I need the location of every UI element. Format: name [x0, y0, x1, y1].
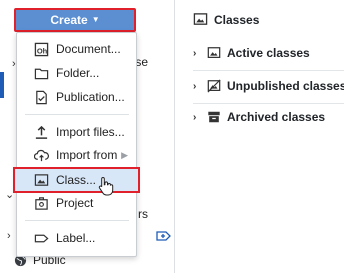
create-button[interactable]: Create ▼ — [14, 8, 136, 32]
hand-cursor-icon — [98, 176, 114, 196]
partial-label: rs — [138, 207, 148, 221]
menu-item-label: Project — [56, 196, 94, 210]
folder-icon — [33, 65, 49, 81]
row-divider — [193, 103, 344, 104]
menu-item-import-from[interactable]: Import from ▶ — [17, 144, 136, 166]
classes-panel: Classes › Active classes › Unpublished c… — [175, 0, 344, 273]
unpublished-classes-row[interactable]: › Unpublished classes — [193, 79, 344, 93]
menu-item-label: Publication... — [56, 90, 125, 104]
classes-header: Classes — [193, 12, 259, 27]
menu-item-publication[interactable]: Publication... — [17, 86, 136, 108]
collapse-chevron-icon[interactable]: ⌄ — [5, 188, 14, 201]
create-button-label: Create — [50, 13, 88, 27]
unpublished-class-icon — [207, 79, 221, 93]
submenu-arrow-icon: ▶ — [121, 149, 128, 160]
expand-chevron-icon[interactable]: › — [7, 230, 11, 242]
row-label: Archived classes — [227, 110, 326, 124]
label-icon — [33, 230, 49, 246]
menu-item-label: Import files... — [56, 125, 125, 139]
archive-icon — [208, 111, 220, 123]
class-icon — [193, 13, 208, 25]
menu-item-label: Import from — [56, 148, 118, 162]
menu-separator — [25, 220, 129, 221]
menu-item-document[interactable]: Oh Document... — [17, 38, 136, 60]
menu-separator — [25, 114, 129, 115]
menu-item-label: Label... — [56, 231, 96, 245]
chevron-right-icon: › — [193, 111, 197, 123]
row-label: Active classes — [227, 46, 310, 60]
upload-icon — [33, 124, 49, 140]
page-title: Classes — [214, 12, 260, 27]
class-icon — [33, 172, 49, 188]
cloud-upload-icon — [33, 147, 49, 163]
active-classes-row[interactable]: › Active classes — [193, 46, 310, 60]
row-divider — [193, 70, 344, 71]
active-indicator — [0, 72, 4, 98]
create-dropdown-menu: Oh Document... Folder... Publication... … — [13, 32, 140, 257]
menu-item-label: Folder... — [56, 66, 100, 80]
chevron-right-icon: › — [193, 47, 197, 59]
caret-down-icon: ▼ — [91, 15, 100, 24]
menu-item-label[interactable]: Label... — [17, 227, 136, 249]
menu-item-project[interactable]: Project — [17, 192, 136, 214]
add-label-icon[interactable] — [156, 230, 172, 242]
archived-classes-row[interactable]: › Archived classes — [193, 110, 325, 124]
publication-icon — [33, 89, 49, 105]
menu-item-class[interactable]: Class... — [13, 167, 140, 193]
row-label: Unpublished classes — [227, 79, 344, 93]
menu-item-label: Class... — [56, 173, 97, 187]
project-icon — [33, 195, 49, 211]
menu-item-label: Document... — [56, 42, 121, 56]
svg-text:Oh: Oh — [36, 46, 47, 55]
class-icon — [207, 47, 221, 58]
menu-item-folder[interactable]: Folder... — [17, 62, 136, 84]
document-icon: Oh — [33, 41, 49, 57]
menu-item-import-files[interactable]: Import files... — [17, 121, 136, 143]
chevron-right-icon: › — [193, 80, 197, 92]
